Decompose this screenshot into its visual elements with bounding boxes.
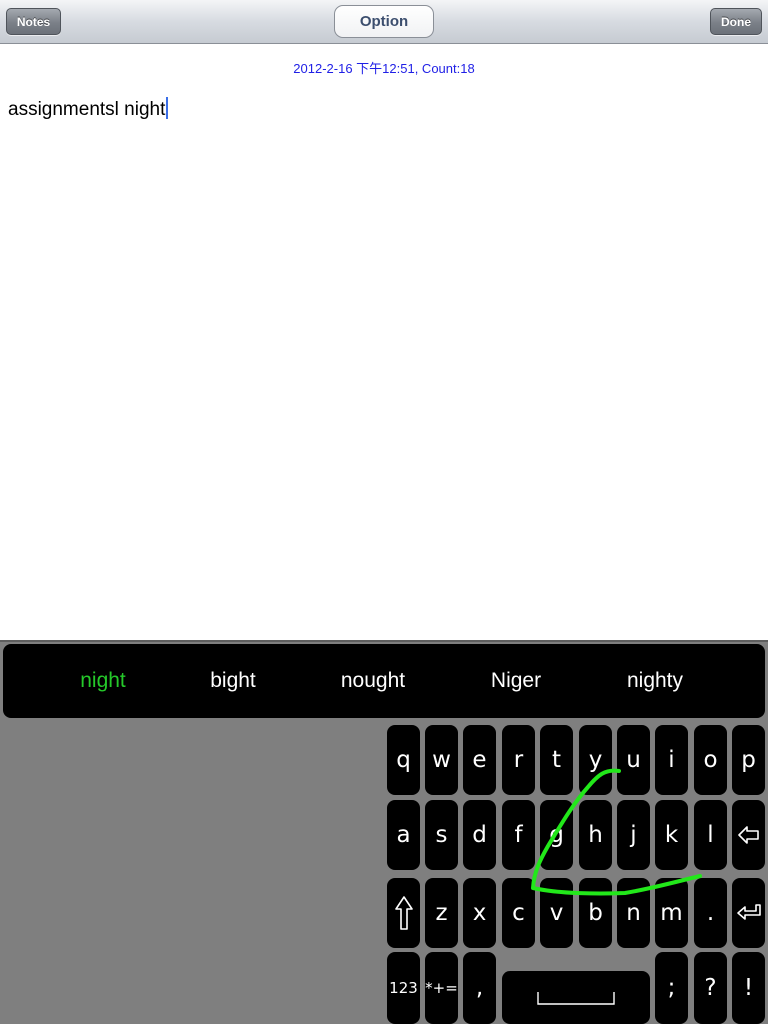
key-period[interactable]: . [694,878,727,948]
return-key[interactable] [732,878,765,948]
space-key[interactable] [502,971,650,1024]
key-s[interactable]: s [425,800,458,870]
key-p[interactable]: p [732,725,765,795]
key-question[interactable]: ? [694,952,727,1024]
key-r[interactable]: r [502,725,535,795]
candidate-word[interactable]: nought [341,644,405,718]
key-comma[interactable]: , [463,952,496,1024]
symbols-key[interactable]: *+= [425,952,458,1024]
done-button[interactable]: Done [710,8,762,35]
key-q[interactable]: q [387,725,420,795]
text-caret [166,97,169,119]
key-h[interactable]: h [579,800,612,870]
key-c[interactable]: c [502,878,535,948]
note-text: assignmentsl night [8,99,166,120]
return-icon [736,904,761,920]
candidate-word[interactable]: bight [210,644,256,718]
key-d[interactable]: d [463,800,496,870]
key-i[interactable]: i [655,725,688,795]
key-b[interactable]: b [579,878,612,948]
option-button[interactable]: Option [334,5,434,38]
key-m[interactable]: m [655,878,688,948]
key-a[interactable]: a [387,800,420,870]
key-x[interactable]: x [463,878,496,948]
numbers-key[interactable]: 123 [387,952,420,1024]
key-n[interactable]: n [617,878,650,948]
key-exclaim[interactable]: ! [732,952,765,1024]
space-icon [537,991,615,1005]
notes-button[interactable]: Notes [6,8,61,35]
key-k[interactable]: k [655,800,688,870]
key-t[interactable]: t [540,725,573,795]
key-j[interactable]: j [617,800,650,870]
top-toolbar: Notes Option Done [0,0,768,44]
key-l[interactable]: l [694,800,727,870]
backspace-icon [737,826,759,844]
key-y[interactable]: y [579,725,612,795]
key-o[interactable]: o [694,725,727,795]
shift-arrow-icon [394,896,413,930]
key-semicolon[interactable]: ; [655,952,688,1024]
keyboard: night bight nought Niger nighty q w e r … [0,640,768,1024]
backspace-key[interactable] [732,800,765,870]
candidate-word[interactable]: nighty [627,644,683,718]
key-w[interactable]: w [425,725,458,795]
candidate-word[interactable]: Niger [491,644,541,718]
candidate-word[interactable]: night [80,644,126,718]
key-z[interactable]: z [425,878,458,948]
key-v[interactable]: v [540,878,573,948]
key-g[interactable]: g [540,800,573,870]
note-text-area[interactable]: assignmentsl night [8,97,169,121]
key-u[interactable]: u [617,725,650,795]
note-meta: 2012-2-16 下午12:51, Count:18 [293,61,475,76]
key-e[interactable]: e [463,725,496,795]
candidate-bar: night bight nought Niger nighty [3,644,765,718]
shift-key[interactable] [387,878,420,948]
key-f[interactable]: f [502,800,535,870]
